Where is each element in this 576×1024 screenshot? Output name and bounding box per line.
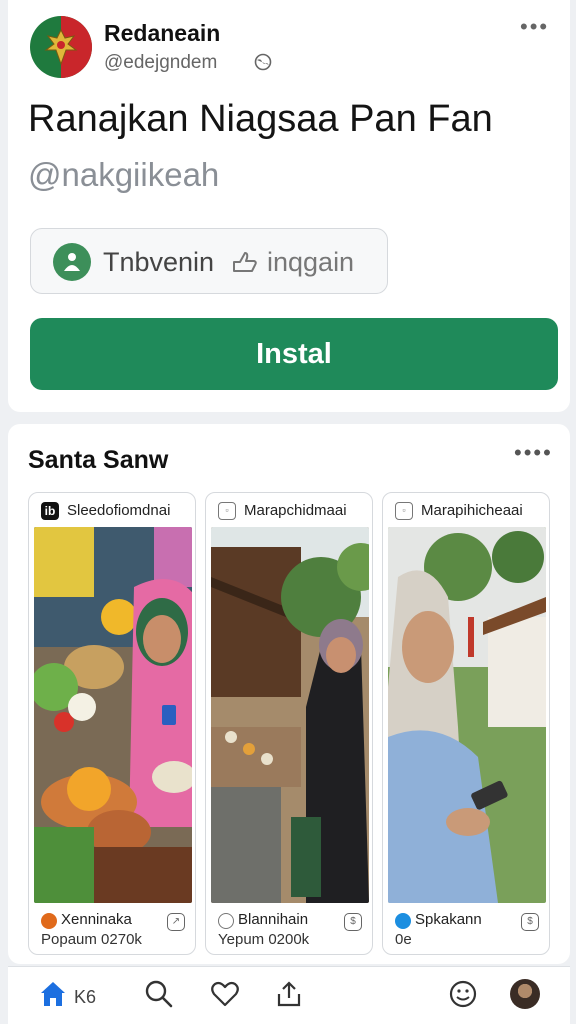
share-icon xyxy=(277,981,301,1007)
nav-share[interactable] xyxy=(274,979,306,1013)
nav-profile[interactable] xyxy=(510,979,542,1013)
nav-search[interactable] xyxy=(144,979,176,1013)
account-handle: @edejgndem xyxy=(104,52,218,73)
tile-app-icon: ▫ xyxy=(218,502,236,520)
install-button[interactable]: Instal xyxy=(30,318,558,390)
tile-head-label: Sleedofiomdnai xyxy=(67,502,171,519)
tile-foot-title: Xenninaka xyxy=(61,911,132,928)
section-more-icon[interactable]: •••• xyxy=(514,440,553,466)
tile-foot-title: Blannihain xyxy=(238,911,309,928)
chip-label-secondary: inqgain xyxy=(267,247,355,277)
market-vendor-photo xyxy=(34,527,192,903)
nav-home[interactable]: K6 xyxy=(38,979,108,1013)
tile-source-icon xyxy=(218,913,234,929)
street-market-photo xyxy=(211,527,369,903)
dollar-icon[interactable]: $ xyxy=(344,913,362,931)
tile-foot-subtitle: Popaum 0270k xyxy=(41,931,142,948)
tile-foot-title: Spkakann xyxy=(415,911,482,928)
info-chip[interactable]: Tnbvenin inqgain xyxy=(30,228,388,294)
tile-head-label: Marapchidmaai xyxy=(244,502,347,519)
tile-foot-subtitle: 0e xyxy=(395,931,412,948)
nav-emoji[interactable] xyxy=(448,979,480,1013)
globe-icon xyxy=(254,53,272,71)
share-icon[interactable]: ↗ xyxy=(167,913,185,931)
woman-phone-photo xyxy=(388,527,546,903)
content-tile[interactable]: ▫ Marapihicheaai Spkakann 0e $ xyxy=(382,492,550,955)
person-icon xyxy=(53,243,91,281)
section-title: Santa Sanw xyxy=(28,446,169,474)
hand-icon xyxy=(233,252,257,272)
bottom-nav: K6 xyxy=(8,966,570,1024)
post-handle[interactable]: @nakgiikeah xyxy=(28,156,219,194)
post-title: Ranajkan Niagsaa Pan Fan xyxy=(28,98,493,140)
tile-source-icon xyxy=(395,913,411,929)
tile-source-icon xyxy=(41,913,57,929)
account-name[interactable]: Redaneain xyxy=(104,20,220,47)
content-tile[interactable]: ib Sleedofiomdnai Xenninaka Popaum 0270k… xyxy=(28,492,196,955)
tile-app-icon: ib xyxy=(41,502,59,520)
more-icon[interactable]: ••• xyxy=(520,14,549,40)
garuda-emblem-icon xyxy=(44,28,78,66)
content-section-card: Santa Sanw •••• ib Sleedofiomdnai Xennin… xyxy=(8,424,570,964)
nav-likes[interactable] xyxy=(210,979,242,1013)
tile-foot-subtitle: Yepum 0200k xyxy=(218,931,310,948)
chip-label: Tnbvenin xyxy=(103,247,215,277)
tile-app-icon: ▫ xyxy=(395,502,413,520)
post-header-card: Redaneain @edejgndem ••• Ranajkan Niagsa… xyxy=(8,0,570,412)
content-tile[interactable]: ▫ Marapchidmaai Blannihain Yepum 0200k $ xyxy=(205,492,373,955)
tile-head-label: Marapihicheaai xyxy=(421,502,523,519)
home-icon xyxy=(41,982,65,1006)
search-icon xyxy=(145,980,173,1008)
heart-icon xyxy=(211,981,239,1007)
profile-avatar xyxy=(510,979,540,1009)
emoji-icon xyxy=(449,980,477,1008)
dollar-icon[interactable]: $ xyxy=(521,913,539,931)
nav-home-label: K6 xyxy=(74,987,97,1007)
account-avatar[interactable] xyxy=(30,16,92,78)
